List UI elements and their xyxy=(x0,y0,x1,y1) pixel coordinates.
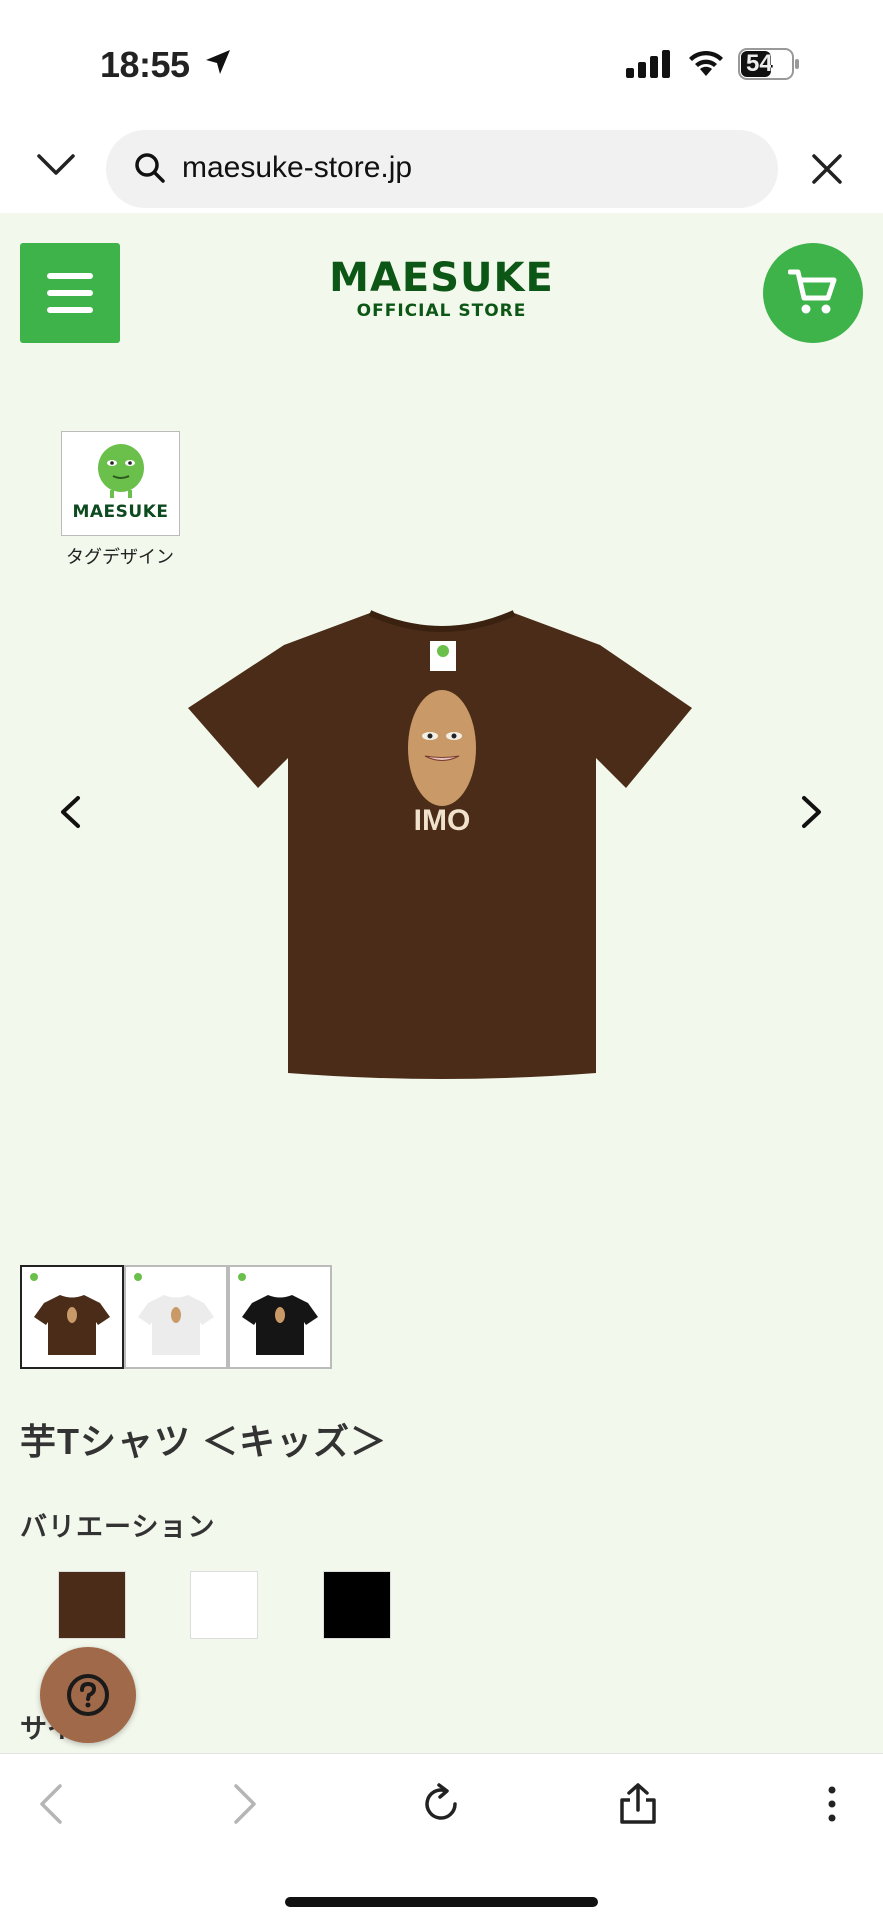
store-logo[interactable]: MAESUKE OFFICIAL STORE xyxy=(300,257,583,321)
hamburger-line xyxy=(47,290,93,296)
tshirt-thumbnail-image xyxy=(30,1273,110,1355)
tshirt-thumbnail-image xyxy=(238,1273,318,1355)
thumbnail-white[interactable] xyxy=(124,1265,228,1369)
url-text: maesuke-store.jp xyxy=(182,151,413,184)
product-main-image[interactable]: IMO xyxy=(180,593,705,1098)
logo-main-text: MAESUKE xyxy=(329,255,554,301)
tag-design-image[interactable]: MAESUKE xyxy=(61,431,180,536)
battery-level: 54 xyxy=(746,50,773,77)
search-icon xyxy=(135,153,165,183)
tag-card-text: MAESUKE xyxy=(72,502,169,522)
status-time: 18:55 xyxy=(100,44,190,85)
chevron-down-icon[interactable] xyxy=(36,152,76,178)
wifi-icon xyxy=(689,50,723,76)
browser-toolbar xyxy=(0,1753,883,1920)
home-indicator xyxy=(285,1897,598,1907)
more-options-icon[interactable] xyxy=(820,1782,844,1826)
battery-icon: 54 xyxy=(738,48,800,80)
variation-swatch-black[interactable] xyxy=(323,1571,391,1639)
thumbnail-brown[interactable] xyxy=(20,1265,124,1369)
question-icon xyxy=(67,1674,109,1716)
close-icon[interactable] xyxy=(810,152,844,186)
product-title: 芋Tシャツ ＜キッズ＞ xyxy=(20,1421,387,1462)
logo-sub-text: OFFICIAL STORE xyxy=(356,301,527,321)
tag-design-label: タグデザイン xyxy=(66,547,174,567)
cart-icon xyxy=(788,269,837,314)
browser-url-row: maesuke-store.jp xyxy=(0,128,883,213)
help-button[interactable] xyxy=(40,1647,136,1743)
share-icon[interactable] xyxy=(616,1782,660,1826)
variation-swatch-white[interactable] xyxy=(190,1571,258,1639)
shirt-print-text: IMO xyxy=(414,804,471,837)
variation-label: バリエーション xyxy=(20,1512,216,1542)
chevron-left-icon[interactable] xyxy=(58,795,82,829)
status-bar: 18:55 54 xyxy=(0,0,883,128)
reload-icon[interactable] xyxy=(419,1782,463,1826)
page-content: MAESUKE OFFICIAL STORE MAESUKE タグデザイン IM… xyxy=(0,213,883,1753)
mascot-icon xyxy=(98,444,144,498)
variation-swatch-brown[interactable] xyxy=(58,1571,126,1639)
location-arrow-icon xyxy=(206,50,230,74)
cart-button[interactable] xyxy=(763,243,863,343)
chevron-right-icon[interactable] xyxy=(800,795,824,829)
thumbnail-black[interactable] xyxy=(228,1265,332,1369)
forward-arrow-icon[interactable] xyxy=(230,1782,260,1826)
menu-button[interactable] xyxy=(20,243,120,343)
hamburger-icon xyxy=(47,273,93,279)
hamburger-line xyxy=(47,307,93,313)
tshirt-thumbnail-image xyxy=(134,1273,214,1355)
cellular-signal-icon xyxy=(626,50,670,78)
address-bar[interactable]: maesuke-store.jp xyxy=(106,130,778,208)
back-arrow-icon[interactable] xyxy=(36,1782,66,1826)
